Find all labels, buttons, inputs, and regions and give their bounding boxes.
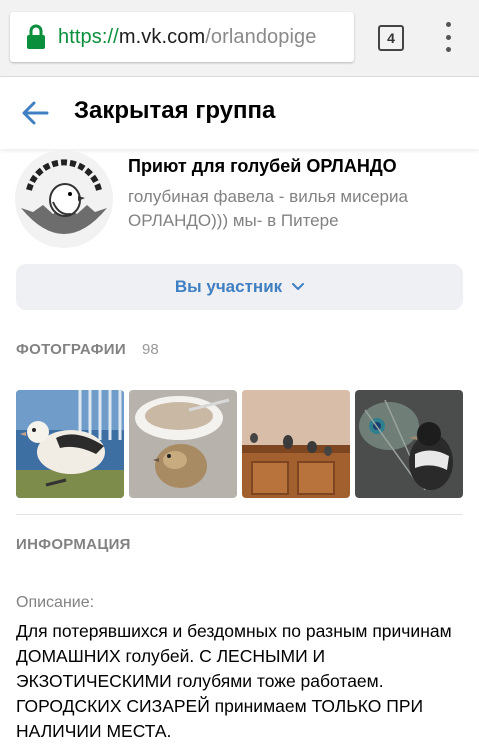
- membership-button[interactable]: Вы участник: [16, 264, 463, 310]
- url-text: https://m.vk.com/orlandopige: [58, 26, 317, 49]
- photos-section-title[interactable]: ФОТОГРАФИИ: [16, 341, 126, 358]
- url-scheme: https://: [58, 25, 119, 48]
- description-text: Для потерявшихся и бездомных по разным п…: [16, 621, 452, 741]
- photo-thumbnail[interactable]: [355, 390, 463, 498]
- membership-button-label: Вы участник: [174, 277, 283, 296]
- page-title: Закрытая группа: [74, 97, 276, 124]
- photo-thumbnail[interactable]: [129, 390, 237, 498]
- photos-strip: [16, 390, 463, 498]
- url-path: /orlandopige: [205, 25, 317, 48]
- photos-count: 98: [142, 341, 159, 358]
- group-avatar[interactable]: [15, 150, 113, 248]
- info-section-title: ИНФОРМАЦИЯ: [16, 536, 131, 553]
- lock-icon: [26, 24, 46, 50]
- chevron-down-icon: [292, 283, 305, 290]
- tab-switcher-button[interactable]: 4: [378, 25, 404, 51]
- app-header: Закрытая группа: [0, 77, 479, 149]
- section-divider: [16, 514, 463, 515]
- group-status: голубиная фавела - вилья мисериа ОРЛАНДО…: [128, 187, 408, 230]
- photo-thumbnail[interactable]: [16, 390, 124, 498]
- orlando-logo-icon: [15, 150, 113, 248]
- browser-toolbar: https://m.vk.com/orlandopige 4: [0, 0, 479, 77]
- group-name: Приют для голубей ОРЛАНДО: [128, 156, 397, 176]
- photo-thumbnail[interactable]: [242, 390, 350, 498]
- back-arrow-icon[interactable]: [20, 99, 50, 127]
- more-vert-icon[interactable]: [440, 22, 456, 52]
- url-host: m.vk.com: [118, 25, 206, 48]
- address-bar[interactable]: https://m.vk.com/orlandopige: [10, 12, 354, 62]
- description-label: Описание:: [16, 594, 95, 611]
